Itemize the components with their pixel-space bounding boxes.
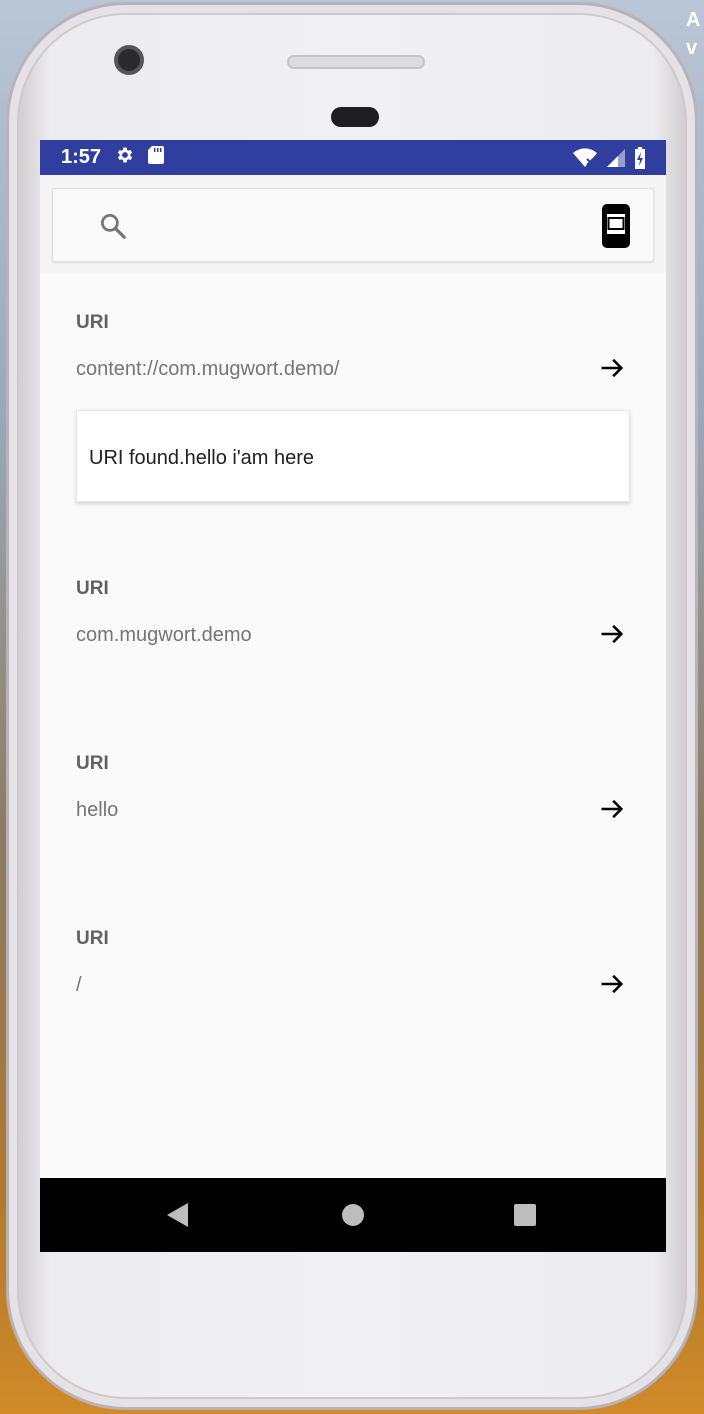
status-time: 1:57 [61, 146, 102, 168]
sd-card-icon [147, 145, 165, 170]
uri-label: URI [76, 753, 109, 774]
uri-entry: URI com.mugwort.demo [76, 578, 636, 646]
uri-label: URI [76, 312, 109, 333]
gear-icon [115, 145, 135, 170]
recents-icon[interactable] [514, 1204, 536, 1226]
uri-entry: URI / [76, 928, 636, 996]
front-camera [114, 45, 144, 75]
search-icon[interactable] [98, 211, 128, 246]
earpiece-speaker [287, 55, 425, 69]
status-bar: 1:57 [40, 140, 666, 175]
uri-label: URI [76, 578, 109, 599]
uri-value: / [76, 974, 82, 996]
battery-charging-icon [634, 147, 646, 174]
signal-icon [606, 148, 626, 173]
result-card: URI found.hello i'am here [76, 410, 630, 502]
uri-value: com.mugwort.demo [76, 624, 252, 646]
phone-screen: 1:57 URI content://com.mugwort.demo/ URI… [40, 140, 666, 1252]
uri-entry: URI hello [76, 753, 636, 821]
proximity-sensor [331, 107, 379, 127]
arrow-right-icon[interactable] [598, 620, 626, 653]
uri-value: content://com.mugwort.demo/ [76, 358, 340, 380]
home-icon[interactable] [342, 1204, 364, 1226]
arrow-right-icon[interactable] [598, 795, 626, 828]
arrow-right-icon[interactable] [598, 354, 626, 387]
back-icon[interactable] [166, 1202, 190, 1233]
uri-label: URI [76, 928, 109, 949]
desktop-edge-text-line: v [686, 37, 698, 59]
arrow-right-icon[interactable] [598, 970, 626, 1003]
navigation-bar [40, 1178, 666, 1252]
uri-entry: URI content://com.mugwort.demo/ [76, 312, 636, 380]
search-bar[interactable] [52, 188, 654, 262]
uri-value: hello [76, 799, 119, 821]
desktop-edge-text: A v [686, 6, 702, 62]
wifi-off-icon [572, 148, 598, 173]
result-text: URI found.hello i'am here [89, 447, 315, 469]
phone-device-icon[interactable] [601, 203, 631, 254]
desktop-edge-text-line: A [686, 9, 701, 31]
